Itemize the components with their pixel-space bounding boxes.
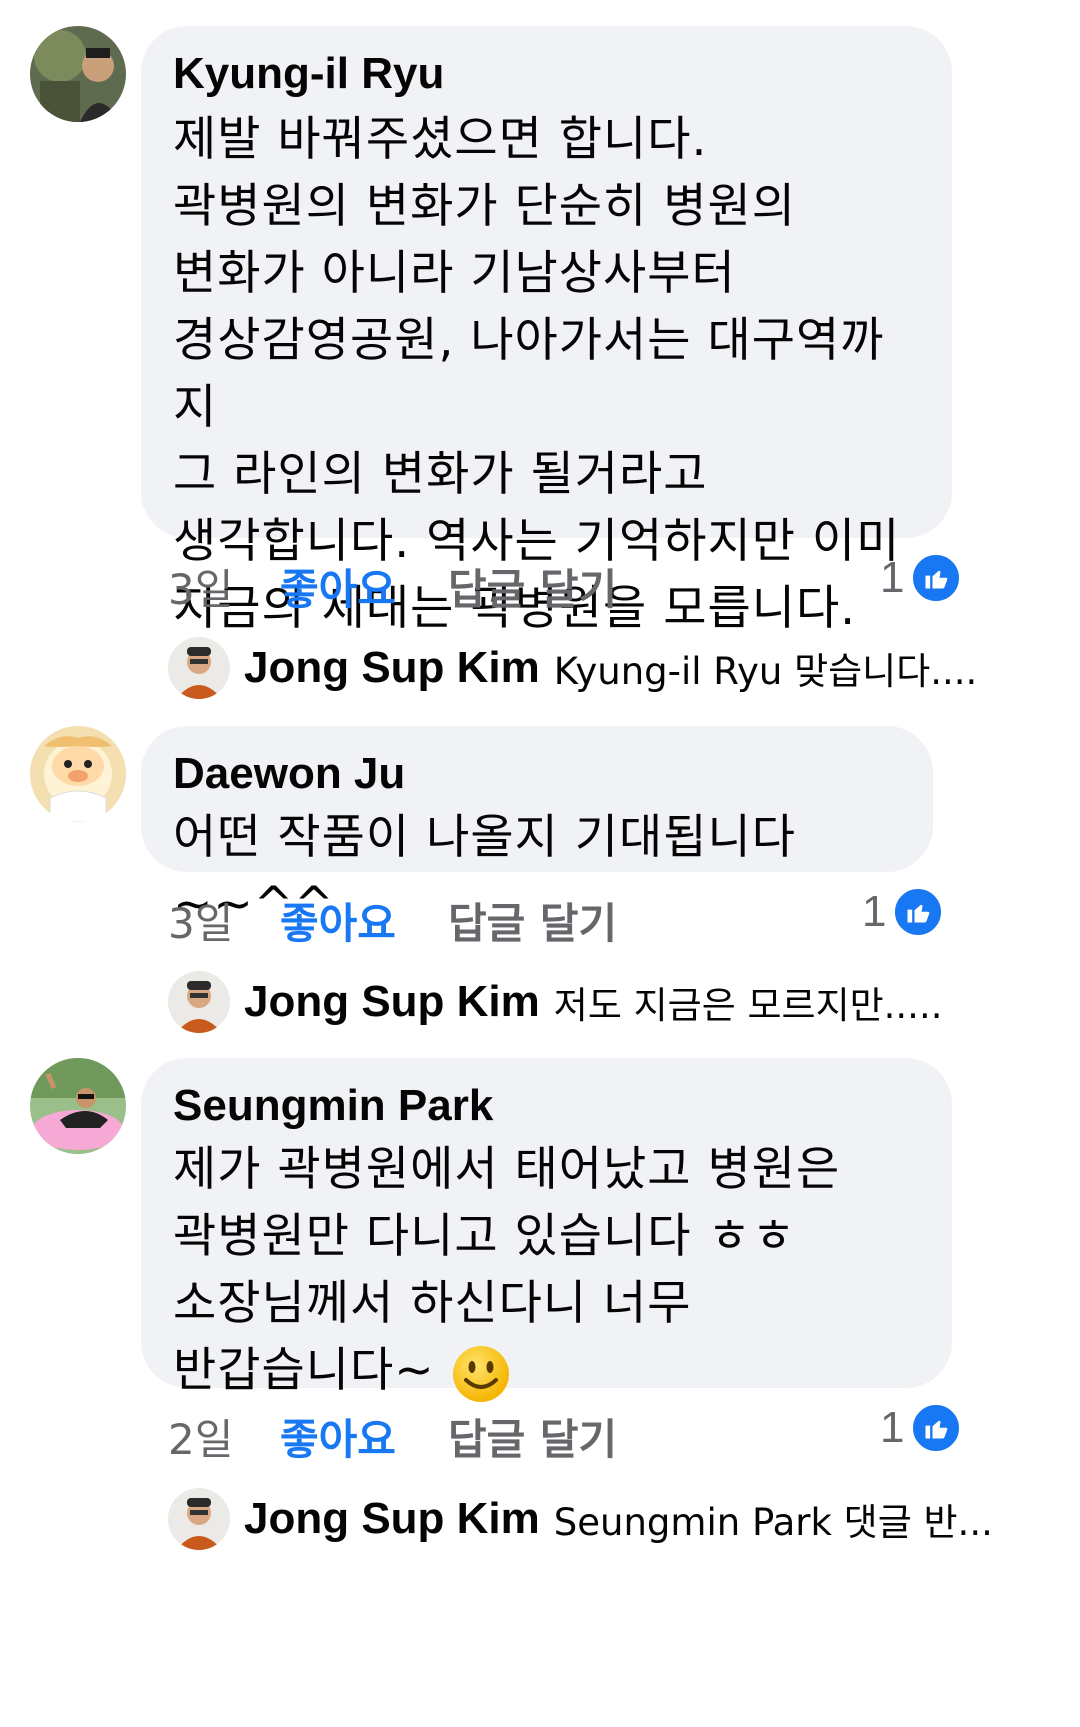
reaction-count: 1	[862, 887, 887, 936]
comment-bubble: Kyung-il Ryu 제발 바꿔주셨으면 합니다. 곽병원의 변화가 단순히…	[141, 26, 952, 636]
like-button[interactable]: 좋아요	[280, 556, 396, 617]
reply-button[interactable]: 답글 달기	[448, 1406, 617, 1467]
comment-actions: 2일 좋아요 답글 달기	[168, 1406, 928, 1466]
reaction-summary[interactable]: 1	[880, 552, 963, 604]
comment-time[interactable]: 2일	[168, 1406, 233, 1467]
thumbs-up-icon	[892, 886, 945, 938]
comment-text: 제가 곽병원에서 태어났고 병원은 곽병원만 다니고 있습니다 ㅎㅎ 소장님께서…	[173, 1136, 920, 1404]
avatar-kyung-il-ryu[interactable]	[30, 26, 126, 122]
comment-author[interactable]: Daewon Ju	[173, 748, 901, 800]
reaction-count: 1	[880, 1403, 905, 1452]
comment-author[interactable]: Kyung-il Ryu	[173, 48, 920, 100]
like-button[interactable]: 좋아요	[280, 1406, 396, 1467]
avatar-seungmin-park[interactable]	[30, 1058, 126, 1154]
like-button[interactable]: 좋아요	[280, 890, 396, 951]
comment-bubble: Seungmin Park 제가 곽병원에서 태어났고 병원은 곽병원만 다니고…	[141, 1058, 952, 1402]
reply-button[interactable]: 답글 달기	[448, 556, 617, 617]
reply-preview[interactable]: Jong Sup Kim Kyung-il Ryu 맞습니다....	[168, 633, 977, 703]
reply-author[interactable]: Jong Sup Kim	[244, 1494, 540, 1544]
reply-author[interactable]: Jong Sup Kim	[244, 977, 540, 1027]
reply-text: Kyung-il Ryu 맞습니다....	[553, 650, 978, 693]
avatar-jong-sup-kim[interactable]	[168, 637, 230, 699]
comment-time[interactable]: 3일	[168, 890, 233, 951]
reply-preview[interactable]: Jong Sup Kim Seungmin Park 댓글 반...	[168, 1484, 993, 1554]
comment-author[interactable]: Seungmin Park	[173, 1080, 920, 1132]
smiley-emoji-icon	[451, 1344, 511, 1404]
reaction-summary[interactable]: 1	[862, 886, 945, 938]
reply-author[interactable]: Jong Sup Kim	[244, 643, 540, 693]
comment-actions: 3일 좋아요 답글 달기	[168, 556, 928, 616]
comment-time[interactable]: 3일	[168, 556, 233, 617]
thumbs-up-icon	[910, 1402, 963, 1454]
reaction-summary[interactable]: 1	[880, 1402, 963, 1454]
reply-preview[interactable]: Jong Sup Kim 저도 지금은 모르지만.....	[168, 967, 942, 1037]
comment-bubble: Daewon Ju 어떤 작품이 나올지 기대됩니다~~^^	[141, 726, 933, 932]
reply-text: Seungmin Park 댓글 반...	[553, 1501, 993, 1544]
avatar-jong-sup-kim[interactable]	[168, 1488, 230, 1550]
reply-button[interactable]: 답글 달기	[448, 890, 617, 951]
avatar-daewon-ju[interactable]	[30, 726, 126, 822]
comment-actions: 3일 좋아요 답글 달기	[168, 890, 928, 950]
thumbs-up-icon	[910, 552, 963, 604]
reaction-count: 1	[880, 553, 905, 602]
avatar-jong-sup-kim[interactable]	[168, 971, 230, 1033]
reply-text: 저도 지금은 모르지만.....	[553, 984, 943, 1027]
